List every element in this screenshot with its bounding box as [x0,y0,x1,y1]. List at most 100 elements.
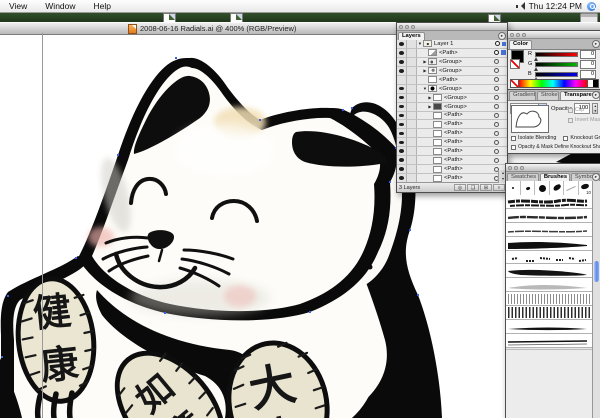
brushes-panel-title-bar[interactable] [506,164,600,172]
red-value-field[interactable]: 0 [580,49,596,59]
target-icon[interactable] [494,157,499,163]
layer-label[interactable]: <Path> [444,138,494,146]
visibility-cell[interactable] [397,138,407,147]
layer-row[interactable]: ▼ Layer 1 [397,40,507,49]
layer-row[interactable]: ▶ <Group> [397,102,507,112]
menu-clock[interactable]: Thu 12:24 PM [529,1,582,11]
visibility-cell[interactable] [397,147,407,156]
brush-swatch[interactable] [520,181,535,195]
lock-cell[interactable] [407,57,417,66]
target-icon[interactable] [494,86,499,92]
panel-zoom-icon[interactable] [411,24,415,29]
brush-item[interactable] [506,320,593,334]
target-icon[interactable] [494,95,499,101]
lock-cell[interactable] [407,111,417,120]
menu-window[interactable]: Window [36,0,84,12]
layer-label[interactable]: <Path> [444,111,494,119]
layer-row[interactable]: <Path> [397,129,507,139]
lock-cell[interactable] [407,138,417,147]
brush-item[interactable] [506,306,593,321]
brush-swatch[interactable] [506,181,521,195]
spectrum-ramp[interactable] [519,80,587,87]
color-panel-title-bar[interactable] [508,31,600,39]
layers-panel-title-bar[interactable] [397,23,507,31]
lock-cell[interactable] [407,129,417,138]
lock-cell[interactable] [407,120,417,129]
target-icon[interactable] [494,112,499,118]
visibility-cell[interactable] [397,174,407,182]
visibility-cell[interactable] [397,156,407,165]
layer-row[interactable]: ▶ <Group> [397,66,507,76]
opacity-mask-thumbnail[interactable] [511,105,549,133]
red-slider[interactable] [534,51,578,61]
visibility-cell[interactable] [397,75,407,84]
target-icon[interactable] [494,68,499,74]
layer-row[interactable]: ▶ <Group> [397,93,507,103]
layer-label[interactable]: <Group> [444,103,494,111]
volume-icon[interactable] [515,2,525,10]
lock-cell[interactable] [407,147,417,156]
layer-row[interactable]: <Path> [397,48,507,58]
black-swatch[interactable] [593,80,598,87]
spotlight-icon[interactable] [587,1,596,11]
green-slider[interactable] [534,61,578,71]
brush-item[interactable] [506,195,593,209]
target-icon[interactable] [495,41,500,47]
visibility-cell[interactable] [397,93,407,102]
layer-label[interactable]: <Group> [439,85,494,93]
invert-mask-checkbox[interactable]: Invert Mask [568,117,600,123]
layer-label[interactable]: <Path> [439,49,494,57]
panel-zoom-icon[interactable] [522,32,526,37]
layer-row[interactable]: ▶ <Group> [397,57,507,67]
target-icon[interactable] [494,104,499,110]
brush-swatch[interactable] [549,181,564,195]
layer-label[interactable]: <Group> [439,58,494,66]
target-icon[interactable] [494,59,499,65]
lock-cell[interactable] [407,40,417,48]
visibility-cell[interactable] [397,57,407,66]
panel-menu-icon[interactable]: ▸ [498,32,506,40]
layer-row[interactable]: <Path> [397,138,507,148]
green-value-field[interactable]: 0 [580,59,596,69]
blue-value-field[interactable]: 0 [580,69,596,79]
clip-checkbox[interactable]: Clip [568,107,600,113]
brush-item[interactable] [506,333,593,348]
lock-cell[interactable] [407,84,417,93]
brush-item[interactable] [506,236,593,251]
panel-menu-icon[interactable]: ▸ [592,40,600,48]
brushes-scrollbar[interactable] [592,181,600,418]
lock-cell[interactable] [407,165,417,174]
lock-cell[interactable] [407,75,417,84]
blue-slider[interactable] [534,71,578,81]
layer-row[interactable]: ▼ <Group> [397,84,507,94]
visibility-cell[interactable] [397,48,407,57]
target-icon[interactable] [494,148,499,154]
panel-zoom-icon[interactable] [520,165,524,170]
target-icon[interactable] [494,50,499,56]
scrollbar-thumb[interactable] [594,261,599,282]
isolate-blending-checkbox[interactable]: Isolate Blending [511,135,556,141]
stroke-none-swatch[interactable] [510,59,520,69]
brush-item[interactable] [506,222,593,237]
target-icon[interactable] [494,77,499,83]
new-layer-button[interactable]: ⊞ [480,184,492,191]
panel-minimize-icon[interactable] [405,24,409,29]
layer-row[interactable]: <Path> [397,147,507,157]
delete-layer-button[interactable]: ▿ [493,184,505,191]
visibility-cell[interactable] [397,66,407,75]
brush-swatch[interactable]: 10 [578,181,593,195]
layer-label[interactable]: <Group> [439,67,494,75]
layer-label[interactable]: <Group> [444,94,494,102]
layer-row[interactable]: <Path> [397,120,507,130]
visibility-cell[interactable] [397,40,407,48]
lock-cell[interactable] [407,102,417,111]
layer-label[interactable]: <Path> [444,147,494,155]
color-spectrum-bar[interactable] [510,79,599,88]
brush-item[interactable] [506,250,593,265]
visibility-cell[interactable] [397,165,407,174]
layer-label[interactable]: <Path> [444,165,494,173]
brush-item[interactable] [506,264,593,279]
brush-item[interactable] [506,208,593,223]
tab-gradient[interactable]: Gradient [509,91,536,100]
target-icon[interactable] [494,139,499,145]
